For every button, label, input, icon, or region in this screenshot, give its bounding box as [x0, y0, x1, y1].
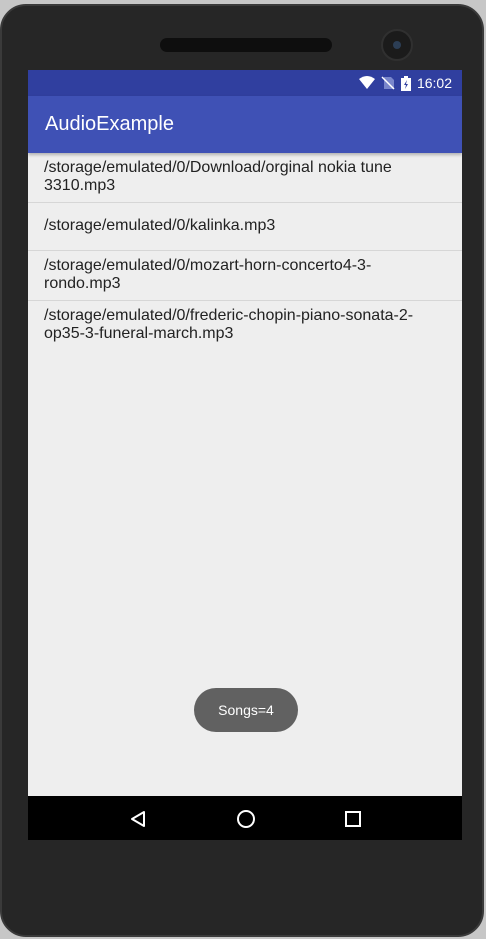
- recents-icon[interactable]: [345, 811, 362, 827]
- back-icon[interactable]: [129, 810, 147, 828]
- status-time: 16:02: [416, 75, 452, 91]
- list-item-song-4[interactable]: /storage/emulated/0/frederic-chopin-pian…: [28, 301, 462, 350]
- wifi-icon: [358, 76, 375, 90]
- screen: 16:02 AudioExample /storage/emulated/0/D…: [28, 70, 462, 840]
- speaker-grille: [160, 38, 332, 52]
- song-list: /storage/emulated/0/Download/orginal nok…: [28, 153, 462, 350]
- navigation-bar: [28, 796, 462, 840]
- battery-charging-icon: [400, 75, 411, 91]
- no-sim-icon: [381, 76, 395, 90]
- status-bar: 16:02: [28, 70, 462, 96]
- front-camera: [381, 29, 413, 61]
- device-frame: 16:02 AudioExample /storage/emulated/0/D…: [0, 4, 484, 937]
- toast-message: Songs=4: [194, 688, 298, 732]
- list-item-song-1[interactable]: /storage/emulated/0/Download/orginal nok…: [28, 153, 462, 203]
- app-bar: AudioExample: [28, 96, 462, 153]
- list-item-song-3[interactable]: /storage/emulated/0/mozart-horn-concerto…: [28, 251, 462, 301]
- app-title: AudioExample: [45, 113, 174, 135]
- list-item-song-2[interactable]: /storage/emulated/0/kalinka.mp3: [28, 203, 462, 251]
- home-icon[interactable]: [236, 809, 256, 829]
